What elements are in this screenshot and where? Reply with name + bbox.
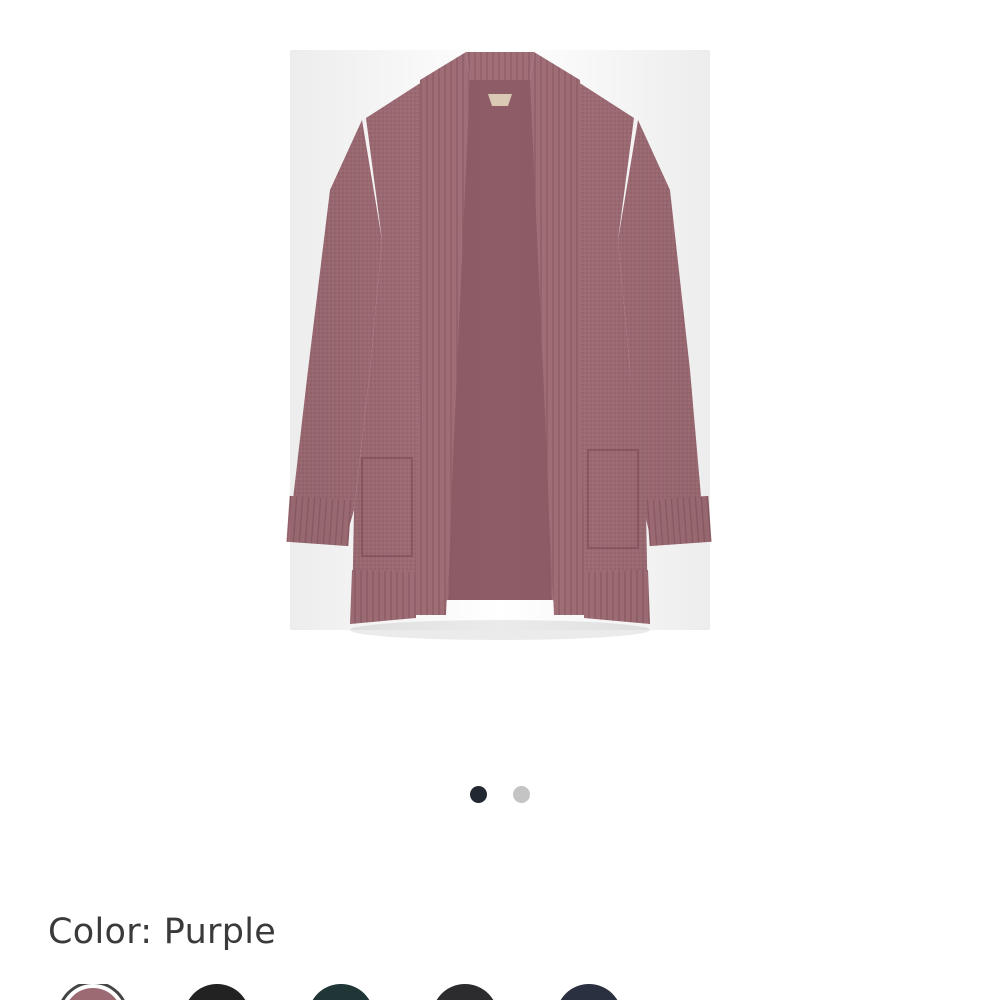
color-swatch-list xyxy=(60,984,960,1000)
pagination-dot-1[interactable] xyxy=(470,785,487,803)
color-swatch-purple[interactable] xyxy=(60,984,126,1000)
pagination-dot-2[interactable] xyxy=(513,785,530,803)
color-swatch-black[interactable] xyxy=(184,984,250,1000)
color-label: Color: Purple xyxy=(48,912,277,952)
gallery-pagination xyxy=(0,784,1000,804)
color-swatch-dark-teal[interactable] xyxy=(308,984,374,1000)
color-swatch-charcoal[interactable] xyxy=(432,984,498,1000)
product-detail-page: Color: Purple xyxy=(0,0,1000,1000)
product-image-gallery[interactable] xyxy=(0,0,1000,760)
cardigan-product-image xyxy=(286,50,712,640)
color-swatch-navy[interactable] xyxy=(556,984,622,1000)
